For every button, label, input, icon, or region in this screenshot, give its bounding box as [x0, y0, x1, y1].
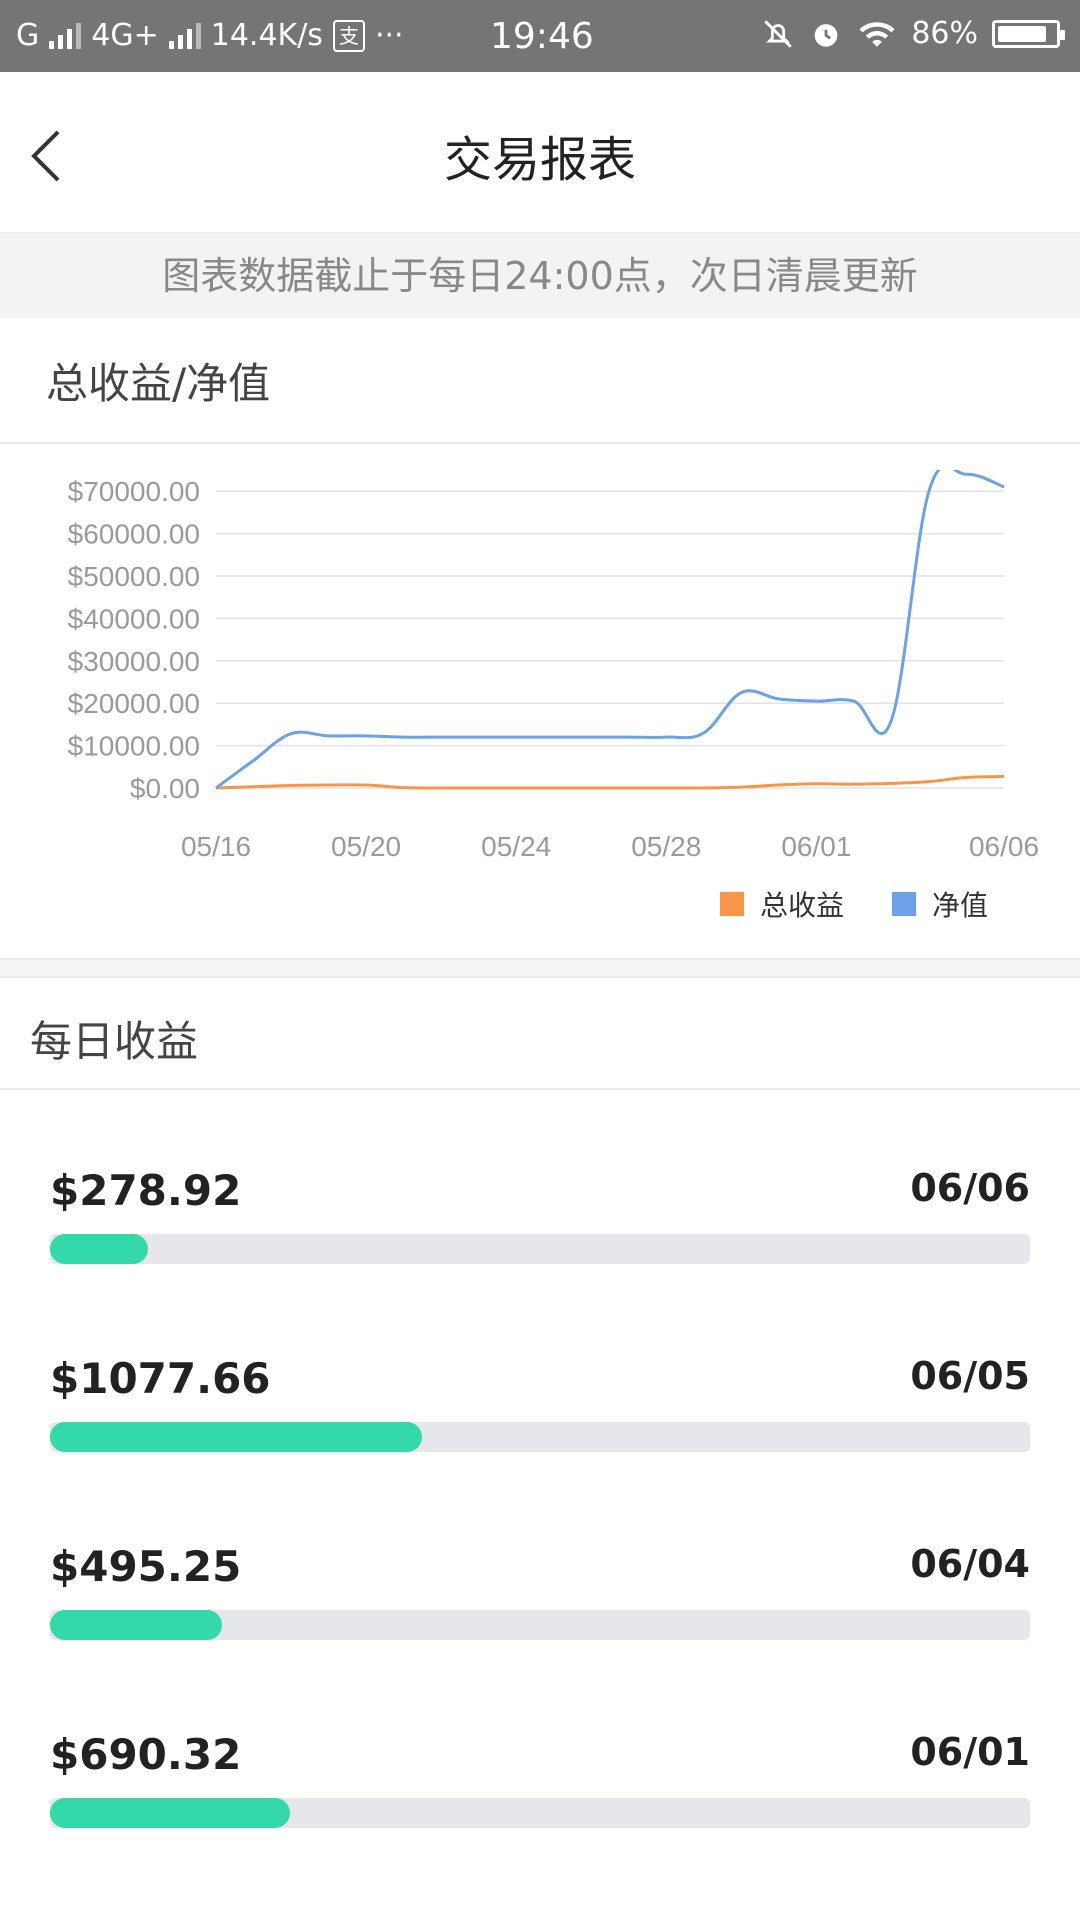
x-tick-label: 05/28 — [631, 831, 701, 862]
x-tick-label: 05/24 — [481, 831, 551, 862]
battery-icon — [992, 19, 1065, 48]
signal-icon-2 — [168, 22, 201, 49]
page-title: 交易报表 — [443, 132, 636, 188]
divider — [0, 442, 1080, 444]
nav-bar: 交易报表 — [0, 72, 1080, 234]
status-bar: G 4G+ 14.4K/s 支 ··· 19:46 86% — [0, 0, 1080, 72]
profit-bar-track — [50, 1798, 1030, 1828]
profit-bar-fill — [50, 1422, 423, 1452]
legend-label-net-value: 净值 — [932, 889, 989, 922]
y-tick-label: $70000.00 — [68, 476, 200, 507]
daily-profit-date: 06/01 — [910, 1730, 1030, 1774]
more-icon: ··· — [374, 18, 404, 53]
daily-profit-amount: $495.25 — [50, 1542, 242, 1591]
profit-bar-fill — [50, 1610, 222, 1640]
status-left: G 4G+ 14.4K/s 支 ··· — [16, 18, 404, 53]
signal-icon — [49, 22, 82, 49]
daily-profit-amount: $278.92 — [50, 1166, 242, 1215]
carrier-label: G — [16, 18, 40, 53]
wifi-icon — [859, 21, 895, 47]
network-label: 4G+ — [91, 18, 159, 53]
y-tick-label: $30000.00 — [68, 646, 200, 677]
daily-profit-date: 06/04 — [910, 1542, 1030, 1586]
divider — [0, 1088, 1080, 1090]
series-line-net-value — [215, 470, 1005, 790]
status-right: 86% — [761, 16, 1065, 51]
y-tick-label: $60000.00 — [68, 519, 200, 550]
series-line-total-profit — [215, 775, 1005, 790]
profit-bar-fill — [50, 1798, 291, 1828]
section-gap — [0, 960, 1080, 976]
speed-label: 14.4K/s — [210, 18, 323, 53]
legend-label-total-profit: 总收益 — [760, 889, 845, 922]
alarm-icon — [814, 23, 838, 47]
battery-percent: 86% — [911, 16, 978, 51]
legend-swatch-total-profit — [720, 892, 744, 916]
y-tick-label: $0.00 — [130, 773, 200, 804]
x-tick-label: 05/16 — [181, 831, 251, 862]
chart-section-title: 总收益/净值 — [46, 359, 271, 408]
profit-bar-fill — [50, 1234, 148, 1264]
clock: 19:46 — [490, 16, 594, 57]
y-tick-label: $40000.00 — [68, 603, 200, 634]
daily-profit-amount: $1077.66 — [50, 1354, 271, 1403]
profit-bar-track — [50, 1234, 1030, 1264]
x-tick-label: 05/20 — [331, 831, 401, 862]
chart-legend: 总收益 净值 — [720, 884, 988, 924]
x-tick-label: 06/01 — [781, 831, 851, 862]
profit-networth-chart: $0.00 $10000.00 $20000.00 $30000.00 $40000.0… — [68, 470, 1039, 862]
y-tick-label: $10000.00 — [68, 731, 200, 762]
mute-bell-icon — [764, 19, 793, 48]
daily-profit-date: 06/05 — [910, 1354, 1030, 1398]
legend-swatch-net-value — [892, 892, 917, 916]
daily-profit-amount: $690.32 — [50, 1730, 242, 1779]
daily-profit-date: 06/06 — [910, 1166, 1030, 1210]
profit-bar-track — [50, 1422, 1030, 1452]
x-tick-label: 06/06 — [969, 831, 1039, 862]
divider — [0, 976, 1080, 978]
daily-section-title: 每日收益 — [30, 1017, 199, 1066]
update-notice: 图表数据截止于每日24:00点，次日清晨更新 — [0, 234, 1080, 318]
profit-bar-track — [50, 1610, 1030, 1640]
app-notification-icon: 支 — [332, 19, 365, 52]
y-tick-label: $50000.00 — [68, 561, 200, 592]
y-tick-label: $20000.00 — [68, 688, 200, 719]
